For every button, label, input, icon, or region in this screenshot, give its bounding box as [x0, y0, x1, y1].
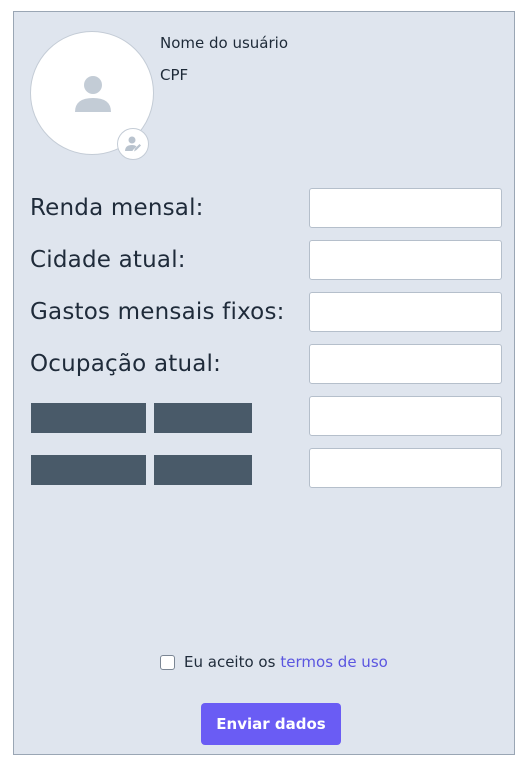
redacted-label	[154, 455, 252, 485]
field-5-input[interactable]	[309, 396, 502, 436]
user-icon	[75, 76, 111, 112]
fixed-expenses-label: Gastos mensais fixos:	[30, 299, 285, 325]
redacted-label	[154, 403, 252, 433]
submit-button[interactable]: Enviar dados	[201, 703, 341, 745]
field-6-input[interactable]	[309, 448, 502, 488]
current-city-input[interactable]	[309, 240, 502, 280]
terms-link[interactable]: termos de uso	[280, 653, 387, 671]
redacted-label	[31, 403, 146, 433]
change-photo-button[interactable]	[117, 128, 149, 160]
terms-checkbox[interactable]	[160, 654, 175, 670]
user-edit-icon	[125, 136, 141, 152]
current-occupation-label: Ocupação atual:	[30, 351, 222, 377]
fixed-expenses-input[interactable]	[309, 292, 502, 332]
terms-text: Eu aceito os	[184, 653, 276, 671]
monthly-income-input[interactable]	[309, 188, 502, 228]
monthly-income-label: Renda mensal:	[30, 195, 204, 221]
profile-form-card: Nome do usuário CPF Renda mensal: Cidade…	[13, 11, 515, 755]
user-cpf: CPF	[160, 66, 189, 84]
current-occupation-input[interactable]	[309, 344, 502, 384]
user-name: Nome do usuário	[160, 34, 289, 52]
current-city-label: Cidade atual:	[30, 247, 186, 273]
terms-row: Eu aceito os termos de uso	[160, 653, 388, 671]
redacted-label	[31, 455, 146, 485]
